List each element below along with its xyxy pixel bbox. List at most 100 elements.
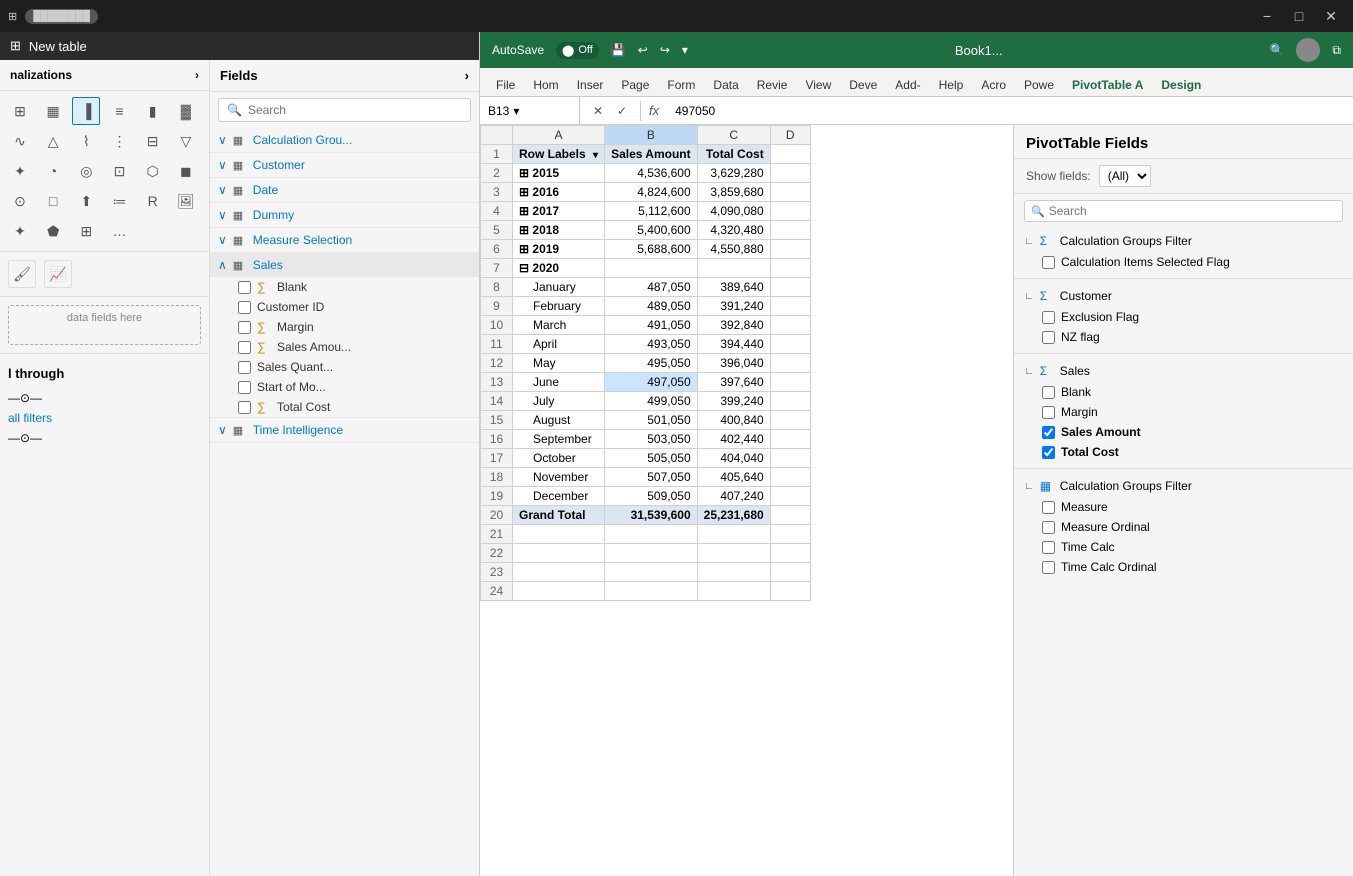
- close-button[interactable]: ✕: [1317, 2, 1345, 30]
- cell-1B[interactable]: Sales Amount: [605, 145, 698, 164]
- viz-icon-kpi[interactable]: ⬆: [72, 187, 100, 215]
- field-group-header-timeintel[interactable]: ∨ ▦ Time Intelligence: [210, 418, 479, 442]
- viz-icon-matrix[interactable]: ▦: [39, 97, 67, 125]
- viz-icon-qna[interactable]: ✦: [6, 217, 34, 245]
- show-fields-select[interactable]: (All): [1099, 165, 1151, 187]
- cell-18C[interactable]: 405,640: [697, 468, 770, 487]
- cell-16C[interactable]: 402,440: [697, 430, 770, 449]
- cell-17B[interactable]: 505,050: [605, 449, 698, 468]
- tab-help[interactable]: Help: [931, 74, 972, 96]
- cell-10C[interactable]: 392,840: [697, 316, 770, 335]
- cell-21B[interactable]: [605, 525, 698, 544]
- viz-icon-donut[interactable]: ◎: [72, 157, 100, 185]
- field-checkbox-customerid[interactable]: [238, 301, 251, 314]
- viz-icon-slicer[interactable]: ≔: [105, 187, 133, 215]
- cell-24B[interactable]: [605, 582, 698, 601]
- cell-5A[interactable]: ⊞ 2018: [513, 221, 605, 240]
- cell-8B[interactable]: 487,050: [605, 278, 698, 297]
- cell-4A[interactable]: ⊞ 2017: [513, 202, 605, 221]
- field-group-header-calc[interactable]: ∨ ▦ Calculation Grou...: [210, 128, 479, 152]
- save-icon[interactable]: 💾: [611, 43, 626, 57]
- cell-14B[interactable]: 499,050: [605, 392, 698, 411]
- fields-search-input[interactable]: [248, 103, 462, 117]
- field-item-totalcost[interactable]: ∑ Total Cost: [210, 397, 479, 417]
- pivot-field-time-calc[interactable]: Time Calc: [1014, 537, 1353, 557]
- cell-4C[interactable]: 4,090,080: [697, 202, 770, 221]
- field-group-header-date[interactable]: ∨ ▦ Date: [210, 178, 479, 202]
- pivot-checkbox-time-calc[interactable]: [1042, 541, 1055, 554]
- field-item-blank[interactable]: ∑ Blank: [210, 277, 479, 297]
- cell-10A[interactable]: March: [513, 316, 605, 335]
- field-checkbox-salesamount[interactable]: [238, 341, 251, 354]
- cell-22C[interactable]: [697, 544, 770, 563]
- pivot-field-nzflag[interactable]: NZ flag: [1014, 327, 1353, 347]
- cell-13B[interactable]: 497,050: [605, 373, 698, 392]
- restore-down-icon[interactable]: ⧉: [1332, 43, 1341, 58]
- cell-24C[interactable]: [697, 582, 770, 601]
- col-header-B[interactable]: B: [605, 126, 698, 145]
- tab-view[interactable]: View: [797, 74, 839, 96]
- cell-17A[interactable]: October: [513, 449, 605, 468]
- field-checkbox-salesqty[interactable]: [238, 361, 251, 374]
- viz-icon-line[interactable]: ∿: [6, 127, 34, 155]
- pivot-checkbox-measure-ordinal[interactable]: [1042, 521, 1055, 534]
- tab-pivottable-analyze[interactable]: PivotTable A: [1064, 74, 1151, 96]
- viz-icon-map[interactable]: ⬡: [139, 157, 167, 185]
- maximize-button[interactable]: □: [1285, 2, 1313, 30]
- cell-20A[interactable]: Grand Total: [513, 506, 605, 525]
- pivot-field-total-cost[interactable]: Total Cost: [1014, 442, 1353, 462]
- cell-12B[interactable]: 495,050: [605, 354, 698, 373]
- pivot-checkbox-blank[interactable]: [1042, 386, 1055, 399]
- tab-home[interactable]: Hom: [525, 74, 566, 96]
- cell-15A[interactable]: August: [513, 411, 605, 430]
- field-item-customerid[interactable]: Customer ID: [210, 297, 479, 317]
- pivot-field-time-calc-ordinal[interactable]: Time Calc Ordinal: [1014, 557, 1353, 577]
- cell-7A[interactable]: ⊟ 2020: [513, 259, 605, 278]
- cell-2A[interactable]: ⊞ 2015: [513, 164, 605, 183]
- viz-icon-gauge[interactable]: ⊙: [6, 187, 34, 215]
- pivot-checkbox-time-calc-ordinal[interactable]: [1042, 561, 1055, 574]
- viz-expand-icon[interactable]: ›: [195, 68, 199, 82]
- cell-8A[interactable]: January: [513, 278, 605, 297]
- field-group-header-measure[interactable]: ∨ ▦ Measure Selection: [210, 228, 479, 252]
- pivot-field-calc-items[interactable]: Calculation Items Selected Flag: [1014, 252, 1353, 272]
- cell-20C[interactable]: 25,231,680: [697, 506, 770, 525]
- tab-power[interactable]: Powe: [1016, 74, 1062, 96]
- viz-icon-scatter[interactable]: ✦: [6, 157, 34, 185]
- filter-dropdown-icon[interactable]: ▾: [593, 150, 598, 161]
- undo-icon[interactable]: ↩: [638, 43, 648, 57]
- viz-icon-more[interactable]: …: [105, 217, 133, 245]
- cell-14C[interactable]: 399,240: [697, 392, 770, 411]
- fields-expand-icon[interactable]: ›: [465, 68, 469, 83]
- formula-input[interactable]: [667, 104, 1353, 118]
- cell-ref-dropdown[interactable]: ▾: [513, 104, 519, 118]
- viz-icon-combo[interactable]: ⌇: [72, 127, 100, 155]
- viz-icon-table[interactable]: ⊞: [6, 97, 34, 125]
- cell-22A[interactable]: [513, 544, 605, 563]
- cell-18A[interactable]: November: [513, 468, 605, 487]
- field-group-header-customer[interactable]: ∨ ▦ Customer: [210, 153, 479, 177]
- cell-22B[interactable]: [605, 544, 698, 563]
- viz-icon-100pct[interactable]: ▓: [172, 97, 200, 125]
- cell-19B[interactable]: 509,050: [605, 487, 698, 506]
- tab-insert[interactable]: Inser: [569, 74, 612, 96]
- cell-12A[interactable]: May: [513, 354, 605, 373]
- pivot-search-input[interactable]: [1049, 204, 1336, 218]
- viz-icon-col[interactable]: ▮: [139, 97, 167, 125]
- format-icon[interactable]: 🖌: [8, 260, 36, 288]
- analytics-icon[interactable]: 📈: [44, 260, 72, 288]
- cell-5B[interactable]: 5,400,600: [605, 221, 698, 240]
- cell-20B[interactable]: 31,539,600: [605, 506, 698, 525]
- pivot-checkbox-nzflag[interactable]: [1042, 331, 1055, 344]
- viz-icon-pagination[interactable]: ⊞: [72, 217, 100, 245]
- cell-8C[interactable]: 389,640: [697, 278, 770, 297]
- tab-data[interactable]: Data: [705, 74, 746, 96]
- cell-10B[interactable]: 491,050: [605, 316, 698, 335]
- minimize-button[interactable]: −: [1253, 2, 1281, 30]
- pivot-checkbox-calc-items[interactable]: [1042, 256, 1055, 269]
- pivot-checkbox-sales-amount[interactable]: [1042, 426, 1055, 439]
- cell-2C[interactable]: 3,629,280: [697, 164, 770, 183]
- cell-3C[interactable]: 3,859,680: [697, 183, 770, 202]
- cell-23A[interactable]: [513, 563, 605, 582]
- cell-15C[interactable]: 400,840: [697, 411, 770, 430]
